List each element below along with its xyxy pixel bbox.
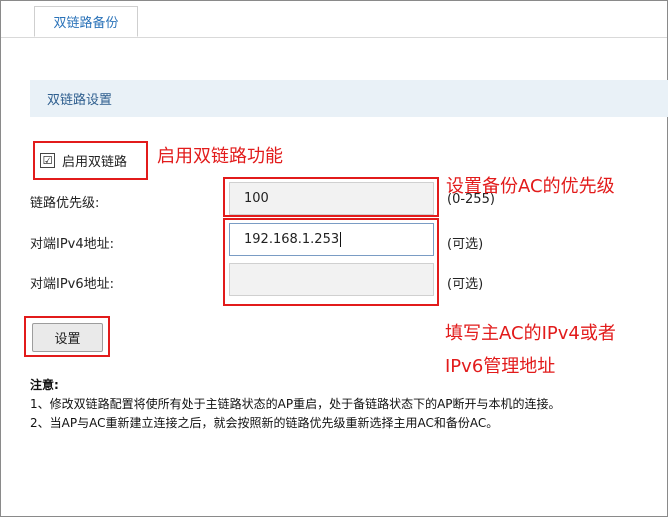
- note-item: 2、当AP与AC重新建立连接之后，就会按照新的链路优先级重新选择主用AC和备份A…: [30, 416, 499, 430]
- enable-dual-link-row[interactable]: ☑ 启用双链路: [40, 151, 128, 170]
- tab-bar: 双链路备份: [1, 1, 667, 38]
- peer-ipv6-label: 对端IPv6地址:: [30, 277, 115, 292]
- peer-ipv6-optional-hint: (可选): [447, 277, 484, 292]
- section-title: 双链路设置: [47, 93, 113, 108]
- enable-dual-link-checkbox[interactable]: ☑: [40, 152, 55, 168]
- note-item: 1、修改双链路配置将使所有处于主链路状态的AP重启，处于备链路状态下的AP断开与…: [30, 397, 561, 411]
- annotation-enable: 启用双链路功能: [157, 146, 283, 167]
- text-caret: [340, 232, 342, 247]
- notes-block: 注意: 1、修改双链路配置将使所有处于主链路状态的AP重启，处于备链路状态下的A…: [30, 376, 561, 433]
- peer-ipv4-optional-hint: (可选): [447, 237, 484, 252]
- peer-ipv4-value: 192.168.1.253: [244, 232, 340, 247]
- annotation-peer-line1: 填写主AC的IPv4或者: [445, 323, 616, 344]
- enable-dual-link-label: 启用双链路: [62, 154, 128, 170]
- priority-label: 链路优先级:: [30, 196, 100, 211]
- tab-dual-link-backup[interactable]: 双链路备份: [34, 6, 138, 37]
- save-button[interactable]: 设置: [32, 323, 103, 352]
- priority-input[interactable]: 100: [229, 182, 434, 215]
- peer-ipv6-input[interactable]: [229, 263, 434, 296]
- peer-ipv4-label: 对端IPv4地址:: [30, 237, 115, 252]
- annotation-priority: 设置备份AC的优先级: [446, 176, 615, 197]
- notes-title: 注意:: [30, 378, 59, 392]
- peer-ipv4-input[interactable]: 192.168.1.253: [229, 223, 434, 256]
- priority-value: 100: [244, 191, 269, 206]
- section-header: 双链路设置: [30, 80, 668, 117]
- annotation-peer-line2: IPv6管理地址: [445, 356, 556, 377]
